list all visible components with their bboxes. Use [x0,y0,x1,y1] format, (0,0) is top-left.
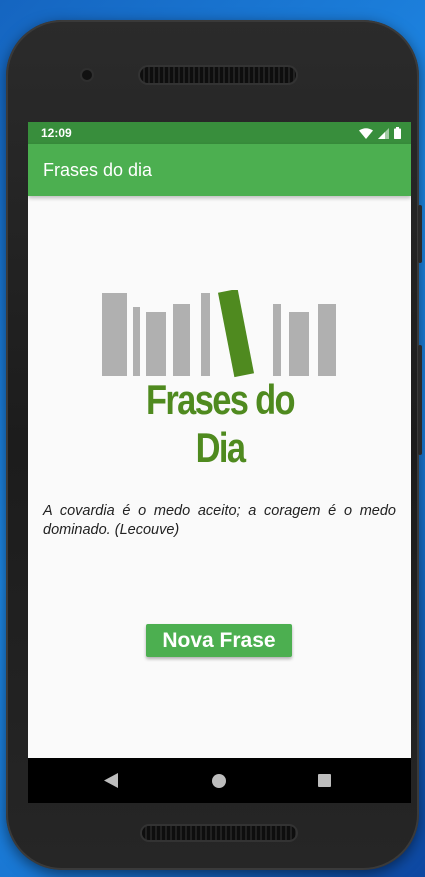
side-button-volume [418,345,422,455]
recent-apps-icon[interactable] [318,774,331,787]
home-icon[interactable] [212,774,226,788]
top-speaker [140,67,296,83]
front-camera [82,70,92,80]
side-button-power [418,205,422,263]
status-time: 12:09 [41,126,72,140]
signal-icon [378,127,389,139]
status-bar: 12:09 [28,122,411,144]
screen: 12:09 Frases do dia Frases do Dia A cova… [28,122,411,803]
navigation-bar [28,758,411,803]
app-bar: Frases do dia [28,144,411,196]
logo-wordmark: Frases do Dia [146,376,296,471]
app-logo: Frases do Dia [100,290,340,471]
battery-icon [394,127,401,139]
quote-text: A covardia é o medo aceito; a coragem é … [43,503,396,538]
app-title: Frases do dia [43,160,153,180]
new-quote-button[interactable]: Nova Frase [146,624,292,657]
bottom-speaker [142,826,296,840]
books-icon [102,290,336,378]
back-icon[interactable] [104,773,118,788]
wifi-icon [359,127,373,139]
status-icons [359,127,401,139]
phone-frame: 12:09 Frases do dia Frases do Dia A cova… [6,20,422,870]
